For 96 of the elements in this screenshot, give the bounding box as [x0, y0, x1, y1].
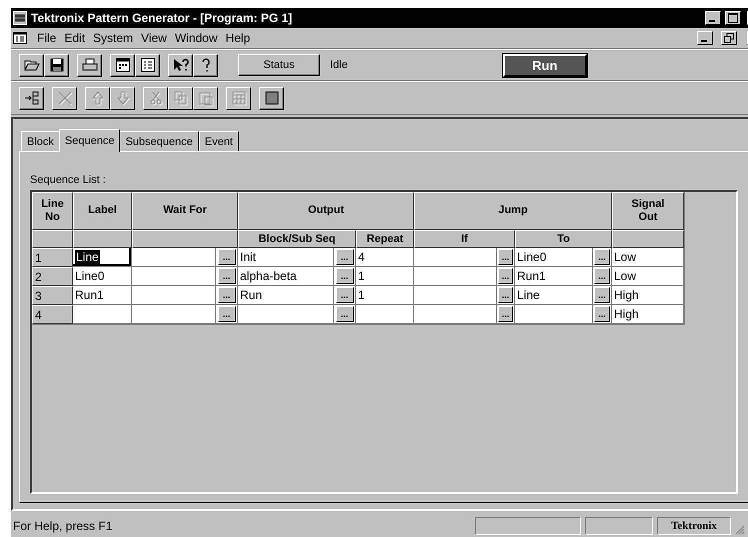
insert-icon[interactable]	[19, 86, 44, 110]
minimize-button[interactable]	[705, 11, 721, 25]
list-view-icon[interactable]	[135, 54, 160, 76]
table-cell[interactable]: Line	[515, 286, 593, 305]
status-text: For Help, press F1	[13, 519, 114, 533]
row-number[interactable]: 4	[32, 305, 73, 324]
print-icon[interactable]	[77, 54, 102, 76]
column-header: Line No	[32, 192, 73, 230]
tab[interactable]: Subsequence	[119, 131, 199, 151]
table-cell[interactable]: Init	[238, 248, 334, 267]
browse-button[interactable]: ...	[498, 287, 513, 303]
table-cell[interactable]	[414, 286, 497, 305]
minimize-icon	[701, 40, 707, 42]
column-header: Repeat	[356, 230, 414, 248]
menu-item[interactable]: File	[37, 31, 56, 45]
table-cell[interactable]	[73, 305, 132, 324]
browse-button[interactable]: ...	[218, 306, 236, 322]
table-cell[interactable]: Run	[238, 286, 334, 305]
table-cell[interactable]: High	[612, 286, 684, 305]
browse-button[interactable]: ...	[218, 249, 236, 265]
browse-button[interactable]: ...	[498, 249, 513, 265]
table-cell[interactable]	[132, 267, 216, 286]
browse-button[interactable]: ...	[594, 268, 610, 284]
table-cell[interactable]	[132, 305, 216, 324]
header-cell[interactable]	[32, 230, 73, 248]
browse-button[interactable]: ...	[498, 306, 513, 322]
menu-item[interactable]: Window	[174, 31, 218, 45]
header-cell	[73, 230, 132, 248]
square-icon[interactable]	[259, 86, 284, 110]
table-cell[interactable]: High	[612, 305, 684, 324]
browse-button[interactable]: ...	[218, 268, 236, 284]
column-header: To	[515, 230, 612, 248]
maximize-button[interactable]	[725, 11, 741, 25]
table-cell[interactable]: alpha-beta	[238, 267, 334, 286]
table-cell[interactable]	[414, 248, 497, 267]
save-icon[interactable]	[44, 54, 69, 76]
row-number[interactable]: 3	[32, 286, 73, 305]
browse-button[interactable]: ...	[336, 287, 354, 303]
table-cell[interactable]: Line0	[73, 267, 132, 286]
column-header: Wait For	[132, 192, 238, 230]
size-grip-icon[interactable]	[735, 525, 745, 535]
help-icon[interactable]	[193, 54, 218, 76]
menu-item[interactable]: View	[141, 31, 167, 45]
window-title: Tektronix Pattern Generator - [Program: PG 1]	[31, 11, 292, 25]
column-header: Signal Out	[612, 192, 684, 230]
menu-item[interactable]: System	[93, 31, 134, 45]
table-cell[interactable]	[356, 305, 414, 324]
table-cell[interactable]: 1	[356, 286, 414, 305]
minimize-button[interactable]	[697, 31, 713, 45]
table-cell[interactable]: Run1	[73, 286, 132, 305]
browse-button[interactable]: ...	[336, 306, 354, 322]
document-icon[interactable]	[13, 32, 27, 44]
run-button[interactable]: Run	[502, 54, 587, 76]
open-folder-icon[interactable]	[19, 54, 44, 76]
table-cell[interactable]: Line	[73, 248, 132, 267]
menu-item[interactable]: Help	[226, 31, 250, 45]
table-cell[interactable]: 1	[356, 267, 414, 286]
restore-button[interactable]	[721, 31, 737, 45]
table-cell[interactable]: Line0	[515, 248, 593, 267]
table-cell[interactable]	[132, 248, 216, 267]
table-cell[interactable]	[238, 305, 334, 324]
status-value: Idle	[330, 59, 348, 71]
status-button[interactable]: Status	[238, 54, 320, 76]
browse-button[interactable]: ...	[336, 249, 354, 265]
table-cell[interactable]: Low	[612, 267, 684, 286]
table-cell[interactable]	[414, 305, 497, 324]
table-cell[interactable]	[132, 286, 216, 305]
column-header: Block/Sub Seq	[238, 230, 356, 248]
table-cell[interactable]: Low	[612, 248, 684, 267]
table-cell[interactable]: 4	[356, 248, 414, 267]
grid-view-icon[interactable]	[110, 54, 135, 76]
browse-button[interactable]: ...	[594, 287, 610, 303]
table-cell[interactable]	[515, 305, 593, 324]
status-panel	[585, 517, 653, 535]
context-help-icon[interactable]	[168, 54, 193, 76]
tab[interactable]: Event	[198, 131, 239, 151]
header-cell	[612, 230, 684, 248]
column-header: Output	[238, 192, 414, 230]
column-header: If	[414, 230, 515, 248]
table-cell[interactable]: Run1	[515, 267, 593, 286]
menu-item[interactable]: Edit	[64, 31, 86, 45]
tab[interactable]: Block	[21, 131, 60, 151]
sequence-list-label: Sequence List :	[30, 174, 106, 186]
column-header: Jump	[414, 192, 612, 230]
brand-label: Tektronix	[657, 517, 731, 535]
column-header: Label	[73, 192, 132, 230]
browse-button[interactable]: ...	[336, 268, 354, 284]
minimize-icon	[709, 20, 715, 22]
row-number[interactable]: 1	[32, 248, 73, 267]
row-number[interactable]: 2	[32, 267, 73, 286]
browse-button[interactable]: ...	[218, 287, 236, 303]
table-cell[interactable]	[414, 267, 497, 286]
browse-button[interactable]: ...	[594, 306, 610, 322]
browse-button[interactable]: ...	[498, 268, 513, 284]
browse-button[interactable]: ...	[594, 249, 610, 265]
tab[interactable]: Sequence	[58, 129, 120, 152]
